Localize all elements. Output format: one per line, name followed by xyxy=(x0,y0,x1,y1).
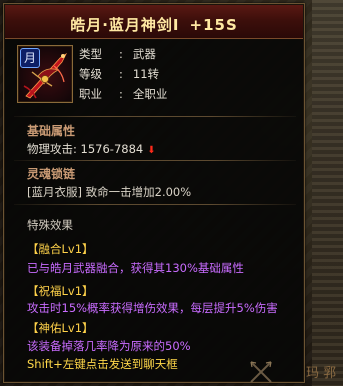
share-hint: Shift+左键点击发送到聊天框 xyxy=(27,357,178,371)
skill-blessing-desc: 攻击时15%概率获得增伤效果，每层提升5%伤害 xyxy=(27,301,278,315)
divider xyxy=(14,160,296,161)
physical-attack-row: 物理攻击: 1576-7884 ⬇ xyxy=(27,142,156,156)
item-icon-frame: 月 xyxy=(17,45,73,103)
item-name: 皓月·蓝月神剑Ⅰ xyxy=(70,16,180,34)
attr-job-value: 全职业 xyxy=(132,87,168,101)
attr-type-value: 武器 xyxy=(132,47,156,61)
soul-chain-title: 灵魂锁链 xyxy=(27,167,76,181)
divider xyxy=(14,204,296,205)
game-scene: 玛 郛 皓月·蓝月神剑Ⅰ +15S 月 类型: 武器 等级: 11转 职业 … xyxy=(0,0,343,386)
physical-attack-value: 1576-7884 xyxy=(80,142,144,156)
skill-divine-desc: 该装备掉落几率降为原来的50% xyxy=(27,339,191,353)
soul-chain-line: [蓝月衣服] 致命一击增加2.00% xyxy=(27,185,192,199)
skill-divine-name: 【神佑Lv1】 xyxy=(27,321,94,335)
attr-level-row: 等级:11转 xyxy=(79,67,160,81)
base-attributes-title: 基础属性 xyxy=(27,124,76,138)
background-scenery xyxy=(312,0,343,386)
moon-badge-icon: 月 xyxy=(20,48,40,68)
attr-level-label: 等级 xyxy=(79,67,102,81)
attr-type-row: 类型: 武器 xyxy=(79,47,156,61)
skill-blessing-name: 【祝福Lv1】 xyxy=(27,284,94,298)
special-effects-title: 特殊效果 xyxy=(27,218,73,232)
item-tooltip: 皓月·蓝月神剑Ⅰ +15S 月 类型: 武器 等级: 11转 职业: 全职… xyxy=(3,3,305,383)
attr-type-label: 类型 xyxy=(79,47,102,61)
attr-job-label: 职业 xyxy=(79,87,102,101)
divider xyxy=(14,116,296,117)
physical-attack-label: 物理攻击 xyxy=(27,142,73,156)
crossed-swords-icon xyxy=(250,361,272,383)
skill-fusion-name: 【融合Lv1】 xyxy=(27,242,94,256)
background-corner-text: 玛 郛 xyxy=(306,366,337,381)
tooltip-title-bar: 皓月·蓝月神剑Ⅰ +15S xyxy=(5,5,303,39)
item-title: 皓月·蓝月神剑Ⅰ +15S xyxy=(5,14,303,35)
enhance-level: +15S xyxy=(189,16,238,34)
arrow-down-icon: ⬇ xyxy=(147,145,156,156)
attr-level-value: 11转 xyxy=(132,67,160,81)
skill-fusion-desc: 已与皓月武器融合，获得其130%基础属性 xyxy=(27,261,244,275)
attr-job-row: 职业: 全职业 xyxy=(79,87,168,101)
